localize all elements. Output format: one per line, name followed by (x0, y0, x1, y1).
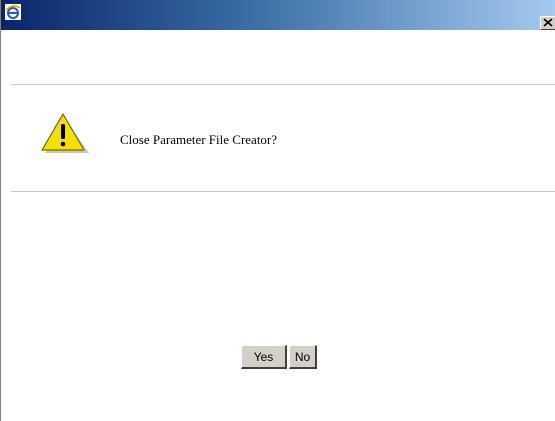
warning-icon (37, 110, 91, 154)
title-bar[interactable] (1, 0, 555, 30)
button-row: Yes No (241, 345, 317, 369)
internet-explorer-icon (5, 4, 21, 20)
dialog-body: Close Parameter File Creator? Yes No (1, 30, 555, 421)
no-button[interactable]: No (289, 345, 317, 369)
yes-button[interactable]: Yes (241, 345, 287, 369)
top-divider (11, 84, 555, 85)
bottom-divider (11, 191, 555, 192)
dialog-window: Close Parameter File Creator? Yes No (0, 0, 555, 421)
dialog-message: Close Parameter File Creator? (120, 132, 278, 147)
close-button[interactable] (540, 16, 555, 30)
